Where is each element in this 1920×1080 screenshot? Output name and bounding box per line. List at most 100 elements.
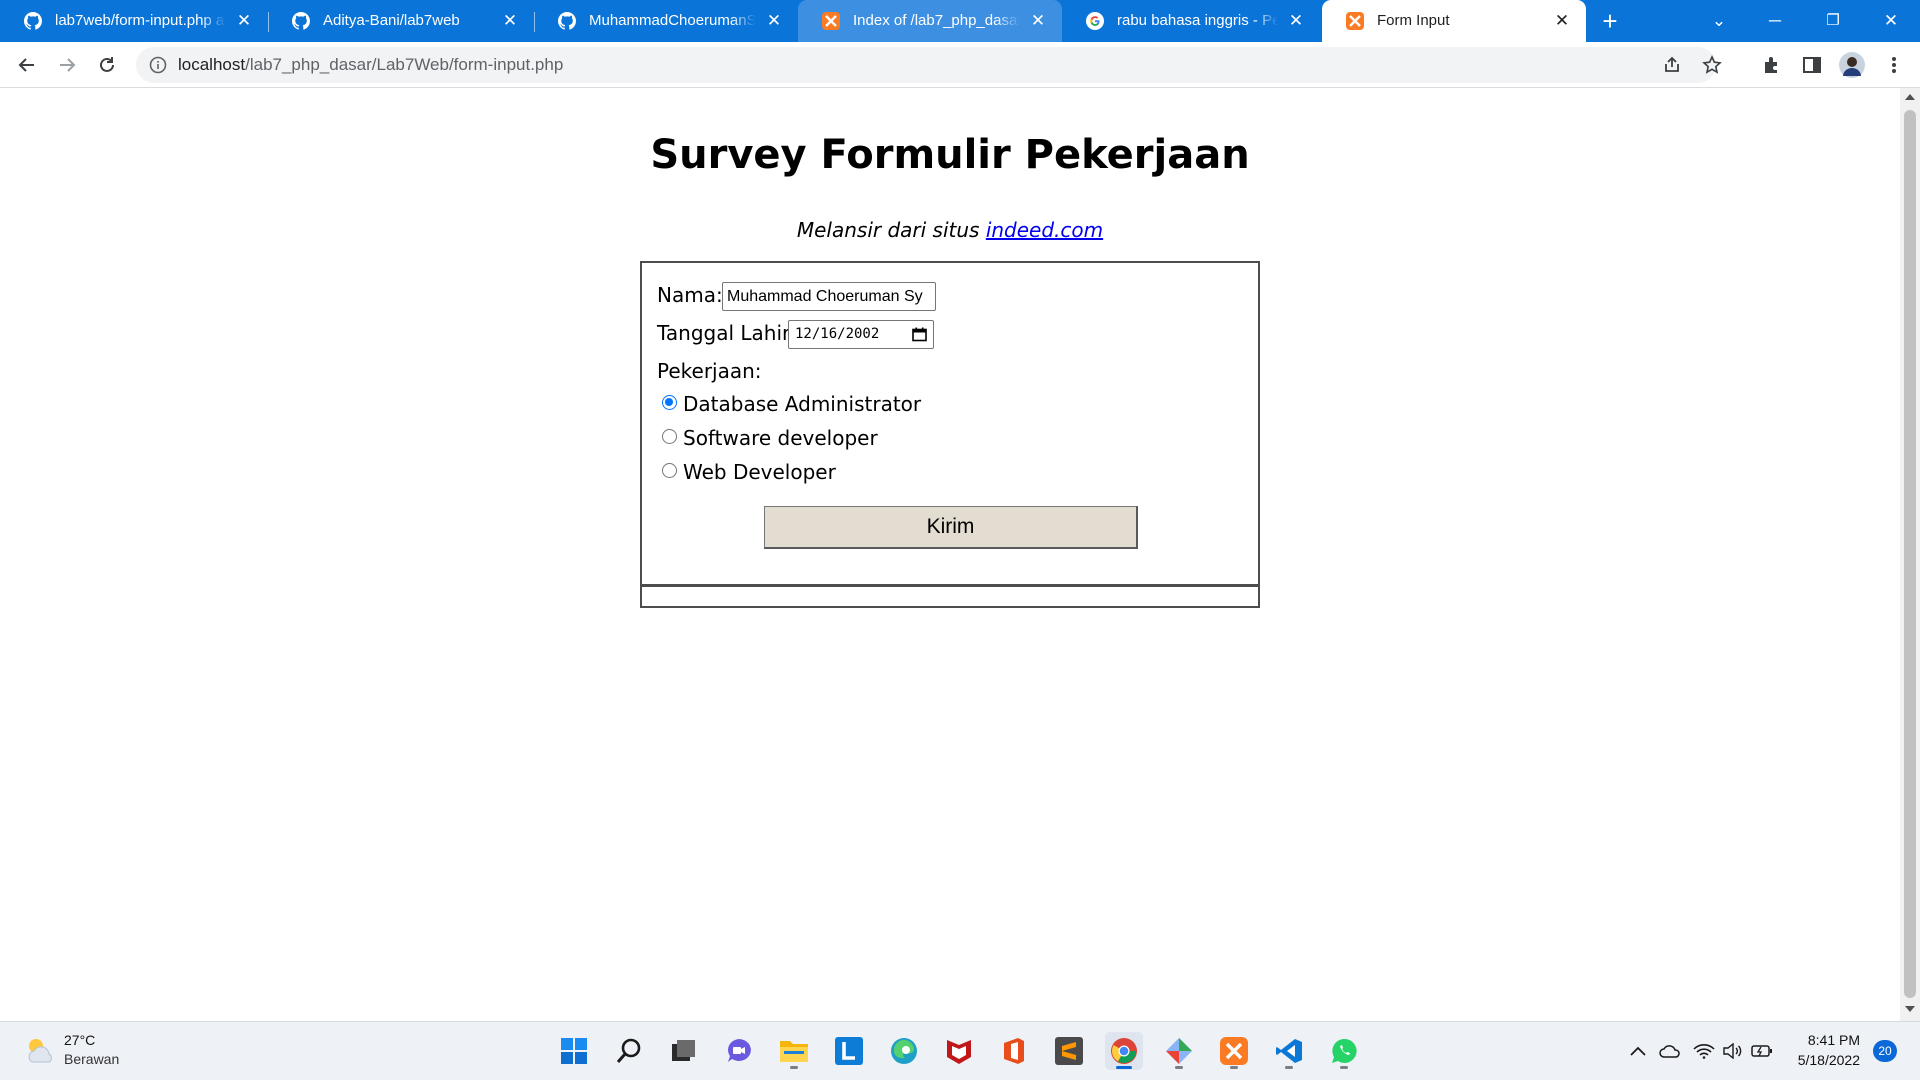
onedrive-cloud-icon[interactable] <box>1658 1039 1682 1063</box>
reload-icon[interactable] <box>93 51 121 79</box>
chrome-icon[interactable] <box>1105 1032 1143 1070</box>
tab-title: Index of /lab7_php_dasar <box>853 12 1020 29</box>
weather-icon <box>24 1036 56 1066</box>
tab-title: Aditya-Bani/lab7web <box>323 12 460 29</box>
site-info-icon[interactable] <box>149 56 167 74</box>
radio-web-developer[interactable] <box>662 463 677 478</box>
xampp-icon[interactable] <box>1215 1032 1253 1070</box>
windows-taskbar: 27°C Berawan 8:41 PM 5/18/2022 20 <box>0 1021 1920 1080</box>
xampp-icon <box>1346 12 1364 30</box>
volume-icon[interactable] <box>1720 1039 1744 1063</box>
forward-icon[interactable] <box>53 51 81 79</box>
extensions-icon[interactable] <box>1758 51 1786 79</box>
edge-icon[interactable] <box>885 1032 923 1070</box>
tab-aditya-bani[interactable]: Aditya-Bani/lab7web ✕ <box>268 0 535 42</box>
running-indicator <box>1285 1066 1293 1069</box>
page-subtitle: Melansir dari situs indeed.com <box>0 218 1900 242</box>
close-tab-icon[interactable]: ✕ <box>1028 11 1048 31</box>
restore-icon[interactable]: ❐ <box>1818 8 1848 34</box>
tab-index-of-lab7[interactable]: Index of /lab7_php_dasar ✕ <box>798 0 1062 42</box>
notification-badge[interactable]: 20 <box>1873 1040 1897 1062</box>
survey-form: Nama: Muhammad Choeruman Sy Tanggal Lahi… <box>640 261 1260 586</box>
close-tab-icon[interactable]: ✕ <box>1552 11 1572 31</box>
profile-avatar[interactable] <box>1838 51 1866 79</box>
share-icon[interactable] <box>1662 55 1682 75</box>
nama-input[interactable]: Muhammad Choeruman Sy <box>722 282 936 311</box>
tab-rabu-bahasa-inggris[interactable]: rabu bahasa inggris - Penel ✕ <box>1062 0 1320 42</box>
teams-chat-icon[interactable] <box>720 1032 758 1070</box>
battery-icon[interactable] <box>1750 1039 1774 1063</box>
tab-search-chevron-icon[interactable]: ⌄ <box>1704 8 1734 34</box>
back-icon[interactable] <box>13 51 41 79</box>
tanggal-lahir-label: Tanggal Lahir: <box>657 321 797 345</box>
running-indicator <box>1340 1066 1348 1069</box>
tab-strip: lab7web/form-input.php at ✕ Aditya-Bani/… <box>0 0 1920 42</box>
page-scrollbar[interactable] <box>1900 88 1920 1021</box>
github-icon <box>558 12 576 30</box>
l-app-icon[interactable] <box>830 1032 868 1070</box>
address-bar[interactable]: localhost/lab7_php_dasar/Lab7Web/form-in… <box>136 47 1722 83</box>
tanggal-lahir-input[interactable]: 12/16/2002 <box>788 320 934 349</box>
sublime-text-icon[interactable] <box>1050 1032 1088 1070</box>
url-path: /lab7_php_dasar/Lab7Web/form-input.php <box>245 55 564 74</box>
wifi-icon[interactable] <box>1692 1039 1716 1063</box>
radio-database-administrator[interactable] <box>662 395 677 410</box>
running-indicator <box>1230 1066 1238 1069</box>
browser-toolbar: localhost/lab7_php_dasar/Lab7Web/form-in… <box>0 42 1920 88</box>
clock-time: 8:41 PM <box>1807 1032 1860 1048</box>
calendar-icon[interactable] <box>912 327 927 342</box>
running-indicator <box>790 1066 798 1069</box>
option-label: Web Developer <box>683 460 836 484</box>
office-icon[interactable] <box>995 1032 1033 1070</box>
new-tab-button[interactable]: + <box>1596 8 1624 36</box>
git-client-icon[interactable] <box>1160 1032 1198 1070</box>
side-panel-icon[interactable] <box>1798 51 1826 79</box>
running-indicator <box>1175 1066 1183 1069</box>
bookmark-star-icon[interactable] <box>1702 55 1722 75</box>
option-label: Software developer <box>683 426 878 450</box>
pekerjaan-label: Pekerjaan: <box>657 359 762 383</box>
system-clock[interactable]: 8:41 PM 5/18/2022 <box>1790 1030 1860 1070</box>
tab-muhammad-choeruman[interactable]: MuhammadChoerumanSya ✕ <box>534 0 798 42</box>
close-tab-icon[interactable]: ✕ <box>500 11 520 31</box>
scroll-up-icon[interactable] <box>1905 94 1915 100</box>
whatsapp-icon[interactable] <box>1325 1032 1363 1070</box>
radio-software-developer[interactable] <box>662 429 677 444</box>
weather-widget[interactable]: 27°C Berawan <box>24 1032 144 1072</box>
tab-title: MuhammadChoerumanSya <box>589 12 756 29</box>
close-tab-icon[interactable]: ✕ <box>1286 11 1306 31</box>
search-icon[interactable] <box>610 1032 648 1070</box>
vscode-icon[interactable] <box>1270 1032 1308 1070</box>
result-box <box>640 585 1260 608</box>
chrome-menu-icon[interactable] <box>1880 51 1908 79</box>
minimize-icon[interactable]: ─ <box>1760 8 1790 34</box>
windows-start-icon[interactable] <box>555 1032 593 1070</box>
github-icon <box>24 12 42 30</box>
weather-temperature: 27°C <box>64 1032 96 1048</box>
close-tab-icon[interactable]: ✕ <box>234 11 254 31</box>
option-label: Database Administrator <box>683 392 922 416</box>
task-view-icon[interactable] <box>664 1032 702 1070</box>
indeed-link[interactable]: indeed.com <box>986 218 1103 242</box>
scrollbar-thumb[interactable] <box>1904 110 1916 998</box>
tab-title: rabu bahasa inggris - Penel <box>1117 12 1278 29</box>
clock-date: 5/18/2022 <box>1797 1052 1860 1068</box>
url-host: localhost <box>178 55 246 74</box>
close-window-icon[interactable]: ✕ <box>1876 8 1906 34</box>
page-title: Survey Formulir Pekerjaan <box>650 132 1250 178</box>
tab-title: Form Input <box>1377 12 1450 29</box>
show-hidden-icons-chevron-icon[interactable] <box>1626 1039 1650 1063</box>
subtitle-text: Melansir dari situs <box>796 218 980 242</box>
page-viewport: Survey Formulir Pekerjaan Melansir dari … <box>0 88 1900 1021</box>
file-explorer-icon[interactable] <box>775 1032 813 1070</box>
tab-github-form-input[interactable]: lab7web/form-input.php at ✕ <box>0 0 269 42</box>
scroll-down-icon[interactable] <box>1905 1006 1915 1012</box>
mcafee-icon[interactable] <box>940 1032 978 1070</box>
kirim-button[interactable]: Kirim <box>764 506 1138 549</box>
close-tab-icon[interactable]: ✕ <box>764 11 784 31</box>
url-text: localhost/lab7_php_dasar/Lab7Web/form-in… <box>178 55 563 75</box>
running-indicator <box>1116 1066 1132 1069</box>
google-icon <box>1086 12 1104 30</box>
tab-form-input[interactable]: Form Input ✕ <box>1322 0 1586 42</box>
nama-label: Nama: <box>657 283 723 307</box>
